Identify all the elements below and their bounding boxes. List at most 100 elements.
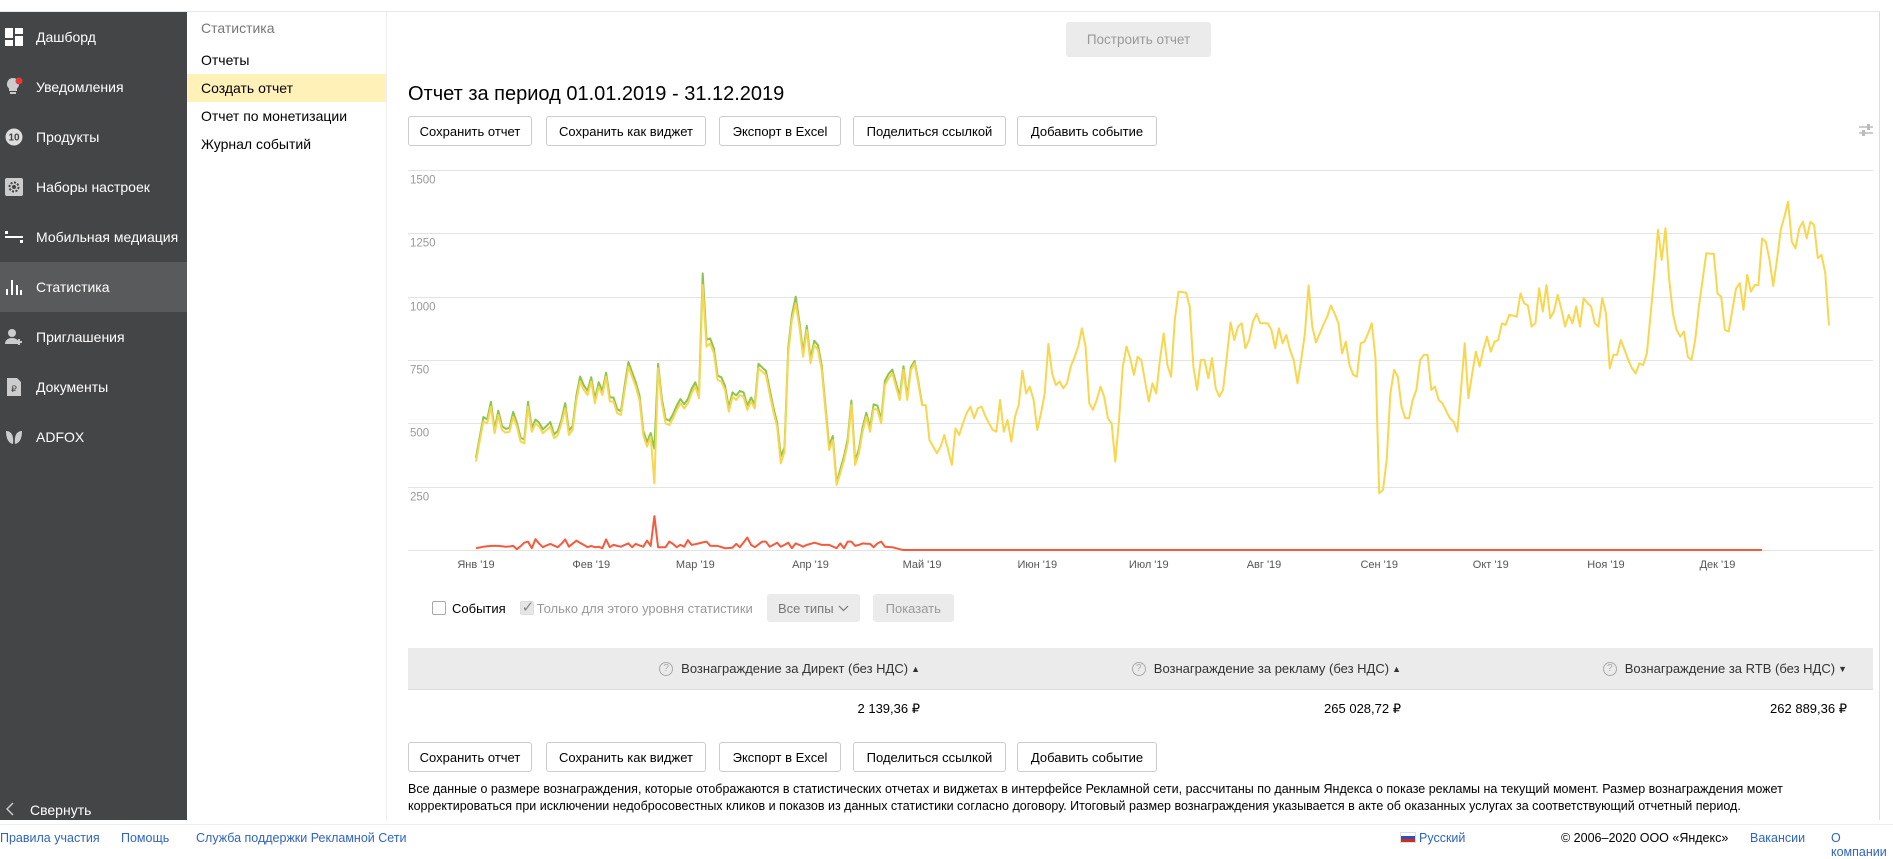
share-link-button[interactable]: Поделиться ссылкой bbox=[853, 116, 1006, 146]
language-switcher[interactable]: Русский bbox=[1400, 831, 1465, 845]
sidebar-item-documents[interactable]: ₽ Документы bbox=[0, 362, 187, 412]
help-icon[interactable]: ? bbox=[1602, 661, 1617, 676]
footer-link-support[interactable]: Служба поддержки Рекламной Сети bbox=[196, 831, 407, 845]
submenu-title: Статистика bbox=[201, 20, 275, 36]
sidebar-item-label: Продукты bbox=[36, 129, 100, 145]
column-header-direct[interactable]: ? Вознаграждение за Директ (без НДС) ▲︎ bbox=[408, 648, 946, 689]
sidebar-item-notifications[interactable]: Уведомления bbox=[0, 62, 187, 112]
help-icon[interactable]: ? bbox=[659, 661, 674, 676]
y-tick-label: 1500 bbox=[410, 175, 436, 187]
disclaimer-line: корректироваться при исключении недоброс… bbox=[408, 799, 1741, 813]
add-event-button[interactable]: Добавить событие bbox=[1017, 116, 1157, 146]
sidebar-item-dashboard[interactable]: Дашборд bbox=[0, 12, 187, 62]
column-header-rtb[interactable]: ? Вознаграждение за RTB (без НДС) ▼︎ bbox=[1427, 648, 1873, 689]
adfox-leaf-icon bbox=[4, 427, 24, 447]
sidebar-item-invitations[interactable]: Приглашения bbox=[0, 312, 187, 362]
build-report-button[interactable]: Построить отчет bbox=[1066, 22, 1211, 57]
x-tick-label: Окт '19 bbox=[1473, 559, 1509, 571]
page-title: Отчет за период 01.01.2019 - 31.12.2019 bbox=[408, 83, 785, 105]
y-tick-label: 250 bbox=[410, 492, 429, 504]
revenue-disclaimer: Все данные о размере вознаграждения, кот… bbox=[408, 781, 1868, 815]
footer-link-help[interactable]: Помощь bbox=[121, 831, 169, 845]
events-checkbox[interactable] bbox=[432, 601, 446, 615]
save-as-widget-button-bottom[interactable]: Сохранить как виджет bbox=[546, 742, 706, 772]
sidebar-item-statistics[interactable]: Статистика bbox=[0, 262, 187, 312]
submenu-item-reports[interactable]: Отчеты bbox=[187, 46, 386, 74]
submenu-item-event-log[interactable]: Журнал событий bbox=[187, 130, 386, 158]
total-rtb: 262 889,36 ₽ bbox=[1770, 701, 1847, 716]
chart-settings-icon[interactable] bbox=[1858, 122, 1874, 143]
series-line-3 bbox=[475, 515, 1763, 551]
column-header-label: Вознаграждение за рекламу (без НДС) bbox=[1153, 661, 1390, 676]
save-report-button[interactable]: Сохранить отчет bbox=[408, 116, 532, 146]
x-tick-label: Сен '19 bbox=[1360, 559, 1398, 571]
gear-icon bbox=[4, 177, 24, 197]
save-as-widget-button[interactable]: Сохранить как виджет bbox=[546, 116, 706, 146]
level-only-checkbox[interactable] bbox=[519, 598, 534, 616]
y-tick-label: 750 bbox=[410, 365, 429, 377]
collapse-sidebar-button[interactable]: Свернуть bbox=[0, 796, 91, 824]
x-tick-label: Май '19 bbox=[903, 559, 942, 571]
products-badge: 10 bbox=[8, 133, 20, 144]
user-add-icon bbox=[4, 327, 24, 347]
save-report-button-bottom[interactable]: Сохранить отчет bbox=[408, 742, 532, 772]
totals-table-header: ? Вознаграждение за Директ (без НДС) ▲︎ ? В… bbox=[408, 648, 1873, 690]
add-event-button-bottom[interactable]: Добавить событие bbox=[1017, 742, 1157, 772]
footer-link-vacancies[interactable]: Вакансии bbox=[1750, 831, 1805, 845]
collapse-label: Свернуть bbox=[30, 802, 92, 818]
help-icon[interactable]: ? bbox=[1131, 661, 1146, 676]
y-tick-label: 500 bbox=[410, 428, 429, 440]
total-ads: 265 028,72 ₽ bbox=[1324, 701, 1401, 716]
column-header-label: Вознаграждение за RTB (без НДС) bbox=[1624, 661, 1836, 676]
sidebar-item-label: Приглашения bbox=[36, 329, 125, 345]
x-tick-label: Дек '19 bbox=[1700, 559, 1736, 571]
svg-text:₽: ₽ bbox=[11, 384, 17, 394]
series-line-2 bbox=[475, 200, 1830, 495]
language-label: Русский bbox=[1419, 831, 1466, 845]
x-tick-label: Мар '19 bbox=[676, 559, 715, 571]
y-tick-label: 1250 bbox=[410, 238, 436, 250]
column-header-ads[interactable]: ? Вознаграждение за рекламу (без НДС) ▲︎ bbox=[946, 648, 1427, 689]
scrollbar-track[interactable] bbox=[1879, 12, 1880, 820]
chevron-left-icon bbox=[5, 801, 14, 819]
sidebar-item-label: Дашборд bbox=[36, 29, 96, 45]
dashboard-icon bbox=[4, 27, 24, 47]
sidebar-item-mobile-mediation[interactable]: Мобильная медиация bbox=[0, 212, 187, 262]
sidebar-item-adfox[interactable]: ADFOX bbox=[0, 412, 187, 462]
event-types-value: Все типы bbox=[777, 600, 834, 616]
x-tick-label: Янв '19 bbox=[457, 559, 494, 571]
y-tick-label: 1000 bbox=[410, 302, 436, 314]
sidebar-item-label: Статистика bbox=[36, 279, 110, 295]
submenu-item-monetization-report[interactable]: Отчет по монетизации bbox=[187, 102, 386, 130]
chevron-down-icon bbox=[838, 605, 849, 611]
bar-chart-icon bbox=[4, 277, 24, 297]
submenu-item-create-report[interactable]: Создать отчет bbox=[187, 74, 386, 102]
footer-link-about[interactable]: О компании bbox=[1831, 831, 1893, 859]
export-excel-button-bottom[interactable]: Экспорт в Excel bbox=[719, 742, 841, 772]
sidebar-item-settings-sets[interactable]: Наборы настроек bbox=[0, 162, 187, 212]
disclaimer-line: Все данные о размере вознаграждения, кот… bbox=[408, 782, 1783, 796]
footer-link-rules[interactable]: Правила участия bbox=[0, 831, 100, 845]
x-tick-label: Июн '19 bbox=[1017, 559, 1057, 571]
footer-divider bbox=[0, 824, 1893, 825]
document-ruble-icon: ₽ bbox=[4, 377, 24, 397]
sidebar-item-label: Наборы настроек bbox=[36, 179, 150, 195]
sidebar-item-label: Документы bbox=[36, 379, 109, 395]
x-tick-label: Апр '19 bbox=[792, 559, 829, 571]
totals-table-row: 2 139,36 ₽ 265 028,72 ₽ 262 889,36 ₽ bbox=[408, 690, 1873, 728]
event-types-select[interactable]: Все типы bbox=[766, 594, 860, 622]
share-link-button-bottom[interactable]: Поделиться ссылкой bbox=[853, 742, 1006, 772]
events-filter-bar: События Только для этого уровня статисти… bbox=[432, 594, 954, 622]
total-direct: 2 139,36 ₽ bbox=[857, 701, 921, 716]
export-excel-button[interactable]: Экспорт в Excel bbox=[719, 116, 841, 146]
revenue-line-chart: 250 500 750 1000 1250 1500 Янв '19 Фев '19 Мар '… bbox=[408, 170, 1873, 571]
x-tick-label: Июл '19 bbox=[1129, 559, 1169, 571]
sidebar-item-products[interactable]: 10 Продукты bbox=[0, 112, 187, 162]
show-events-button[interactable]: Показать bbox=[872, 594, 954, 622]
sort-desc-icon: ▼︎ bbox=[1838, 663, 1847, 674]
sort-both-icon: ▲︎ bbox=[1392, 663, 1401, 674]
sidebar-item-label: Уведомления bbox=[36, 79, 124, 95]
statistics-submenu: Статистика Отчеты Создать отчет Отчет по… bbox=[187, 12, 387, 820]
products-10-icon: 10 bbox=[4, 127, 24, 147]
main-sidebar: Дашборд Уведомления 10 Продукты Наборы н… bbox=[0, 12, 187, 820]
